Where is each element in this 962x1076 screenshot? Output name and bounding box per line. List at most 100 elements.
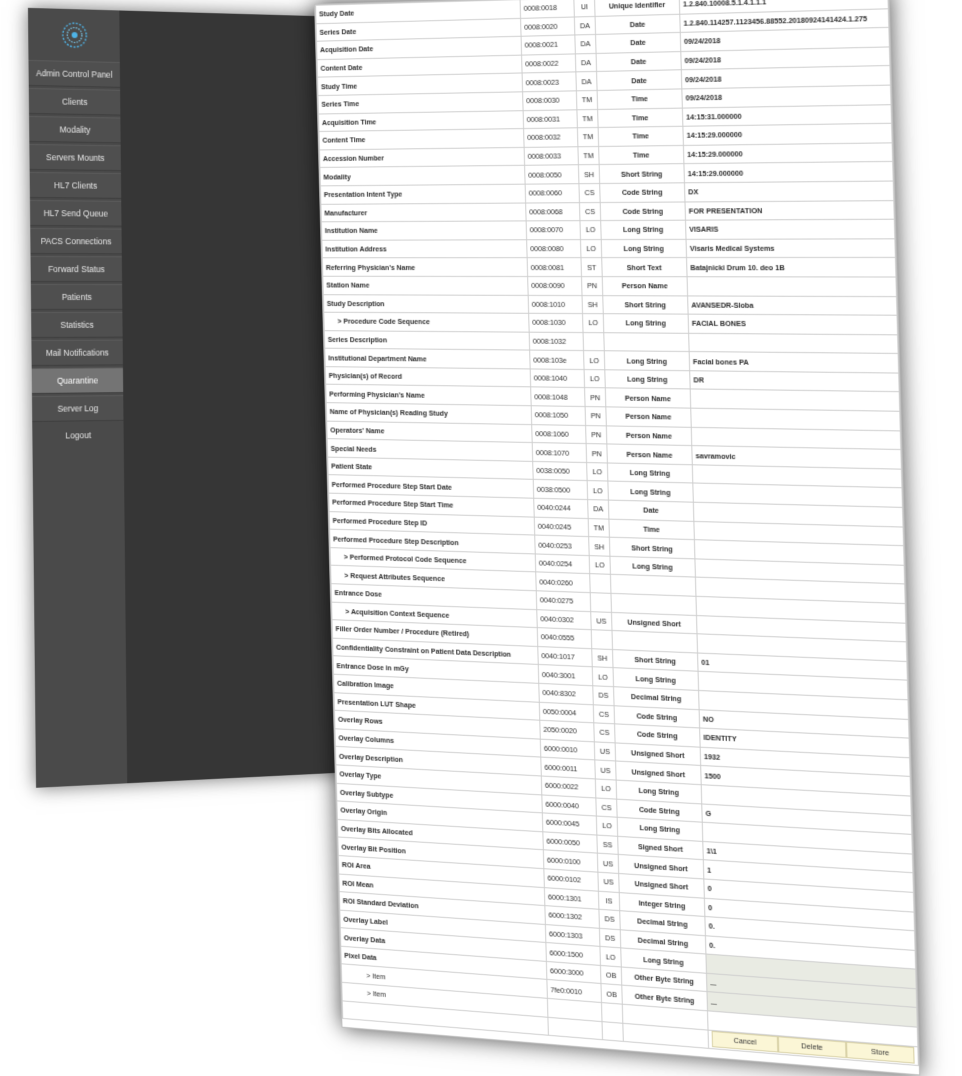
table-row: Referring Physician's Name 0008:0081 ST Sho… bbox=[322, 258, 896, 277]
vr-code-cell: DA bbox=[576, 72, 597, 91]
sidebar-item-mail-notifications[interactable]: Mail Notifications bbox=[31, 340, 123, 366]
store-button[interactable]: Store bbox=[846, 1042, 915, 1064]
sidebar-item-server-log[interactable]: Server Log bbox=[32, 395, 124, 422]
vr-name-cell: Long String bbox=[608, 481, 693, 502]
vr-code-cell: LO bbox=[583, 314, 604, 333]
vr-code-cell bbox=[601, 1003, 622, 1023]
vr-code-cell: DA bbox=[574, 16, 595, 35]
vr-name-cell: Person Name bbox=[602, 277, 687, 296]
vr-code-cell: LO bbox=[596, 816, 617, 836]
vr-code-cell: PN bbox=[581, 277, 602, 296]
copyright-text bbox=[36, 759, 127, 772]
tag-name-cell: Presentation Intent Type bbox=[320, 184, 525, 204]
vr-code-cell: US bbox=[594, 742, 615, 762]
table-row: Institution Address 0008:0080 LO Long Strin… bbox=[322, 239, 896, 259]
sidebar-item-admin-control-panel[interactable]: Admin Control Panel bbox=[28, 60, 120, 88]
tag-id-cell: 0008:1070 bbox=[532, 443, 586, 463]
vr-name-cell: Long String bbox=[607, 463, 692, 484]
tag-id-cell: 0008:1060 bbox=[532, 424, 586, 444]
tag-id-cell: 0008:1030 bbox=[529, 313, 583, 332]
delete-button[interactable]: Delete bbox=[778, 1037, 846, 1059]
cancel-button[interactable]: Cancel bbox=[712, 1031, 779, 1053]
tag-id-cell: 0008:1050 bbox=[531, 406, 585, 425]
app-logo-icon bbox=[59, 20, 89, 51]
vr-name-cell: Time bbox=[609, 519, 694, 540]
vr-code-cell: IS bbox=[598, 891, 619, 911]
vr-code-cell: DS bbox=[599, 909, 620, 929]
vr-code-cell: LO bbox=[592, 667, 613, 687]
tag-name-cell: Series Description bbox=[324, 330, 529, 350]
sidebar-item-statistics[interactable]: Statistics bbox=[31, 312, 123, 338]
tag-value-cell[interactable]: VISARIS bbox=[685, 219, 894, 239]
vr-code-cell: PN bbox=[585, 407, 606, 426]
vr-code-cell: CS bbox=[579, 202, 600, 221]
sidebar-item-hl7-send-queue[interactable]: HL7 Send Queue bbox=[30, 200, 122, 227]
tag-name-cell: Study Description bbox=[323, 294, 528, 313]
tag-id-cell: 0008:1048 bbox=[531, 387, 585, 406]
tag-value-cell[interactable]: Visaris Medical Systems bbox=[686, 239, 895, 258]
vr-code-cell: TM bbox=[578, 146, 599, 165]
tag-id-cell: 0008:0022 bbox=[522, 54, 576, 74]
tag-value-cell[interactable]: Facial bones PA bbox=[689, 352, 899, 373]
table-row: Station Name 0008:0090 PN Person Name bbox=[323, 276, 897, 296]
sidebar-item-clients[interactable]: Clients bbox=[29, 88, 121, 116]
tag-id-cell: 0008:103e bbox=[530, 350, 584, 369]
sidebar-item-pacs-connections[interactable]: PACS Connections bbox=[30, 228, 122, 254]
vr-code-cell: LO bbox=[584, 351, 605, 370]
vr-code-cell: CS bbox=[593, 704, 614, 724]
tag-value-cell[interactable] bbox=[689, 333, 899, 354]
tag-id-cell: 0008:1032 bbox=[529, 332, 583, 351]
tag-id-cell: 0008:0068 bbox=[526, 202, 580, 221]
tag-value-cell[interactable]: FACIAL BONES bbox=[688, 314, 897, 334]
vr-code-cell: DS bbox=[599, 928, 620, 948]
dicom-tag-editor: Study Date 0008:0018 UI Unique Identifier 1.… bbox=[314, 0, 920, 1076]
tag-value-cell[interactable]: 14:15:29.000000 bbox=[684, 162, 893, 183]
tag-value-cell[interactable]: 14:15:29.000000 bbox=[683, 123, 892, 145]
sidebar-item-logout[interactable]: Logout bbox=[32, 423, 123, 448]
vr-code-cell: LO bbox=[580, 221, 601, 240]
tag-id-cell: 0040:1017 bbox=[538, 646, 592, 667]
tag-name-cell: Accession Number bbox=[319, 147, 524, 168]
vr-name-cell: Person Name bbox=[606, 407, 691, 427]
sidebar-item-modality[interactable]: Modality bbox=[29, 116, 121, 143]
tag-name-cell: > Procedure Code Sequence bbox=[324, 312, 529, 332]
vr-code-cell: SH bbox=[589, 537, 610, 556]
vr-name-cell: Short Text bbox=[602, 258, 687, 277]
tag-id-cell: 0040:0254 bbox=[535, 554, 589, 574]
vr-code-cell: LO bbox=[580, 239, 601, 258]
sidebar-item-quarantine[interactable]: Quarantine bbox=[32, 367, 124, 394]
vr-code-cell bbox=[591, 630, 612, 649]
vr-name-cell: Person Name bbox=[605, 388, 690, 408]
tag-id-cell: 0038:0500 bbox=[533, 480, 587, 500]
tag-value-cell[interactable] bbox=[687, 277, 896, 296]
table-row: Institution Name 0008:0070 LO Long String VI… bbox=[321, 219, 894, 240]
vr-name-cell: Date bbox=[596, 33, 681, 54]
sidebar-item-patients[interactable]: Patients bbox=[31, 284, 123, 310]
vr-name-cell: Time bbox=[597, 89, 682, 109]
table-row: Manufacturer 0008:0068 CS Code String FOR PR… bbox=[321, 200, 894, 222]
tag-value-cell[interactable]: 14:15:29.000000 bbox=[683, 143, 892, 164]
tag-value-cell[interactable]: FOR PRESENTATION bbox=[685, 200, 894, 220]
tag-id-cell: 0038:0050 bbox=[533, 461, 587, 481]
sidebar-item-hl7-clients[interactable]: HL7 Clients bbox=[30, 172, 122, 199]
tag-value-cell[interactable]: Batajnicki Drum 10. deo 1B bbox=[687, 258, 896, 277]
tag-id-cell: 0008:0050 bbox=[525, 165, 579, 184]
vr-code-cell: LO bbox=[595, 779, 616, 799]
vr-code-cell: US bbox=[598, 872, 619, 892]
vr-code-cell: US bbox=[597, 853, 618, 873]
tag-id-cell: 0008:0031 bbox=[523, 109, 577, 128]
tag-value-cell[interactable]: AVANSEDR-Sloba bbox=[688, 295, 897, 315]
sidebar-item-servers-mounts[interactable]: Servers Mounts bbox=[29, 144, 121, 171]
tag-id-cell: 0040:3001 bbox=[538, 665, 592, 686]
sidebar-item-forward-status[interactable]: Forward Status bbox=[31, 256, 123, 282]
vr-code-cell: TM bbox=[576, 90, 597, 109]
tag-id-cell: 0008:0020 bbox=[521, 17, 575, 37]
vr-name-cell bbox=[604, 332, 689, 351]
vr-code-cell: TM bbox=[588, 518, 609, 537]
vr-name-cell: Long String bbox=[605, 370, 690, 390]
tag-name-cell: Modality bbox=[320, 166, 525, 186]
tag-id-cell: 0008:0032 bbox=[524, 128, 578, 147]
vr-code-cell: CS bbox=[594, 723, 615, 743]
vr-code-cell: TM bbox=[577, 128, 598, 147]
tag-value-cell[interactable]: DX bbox=[684, 181, 893, 202]
